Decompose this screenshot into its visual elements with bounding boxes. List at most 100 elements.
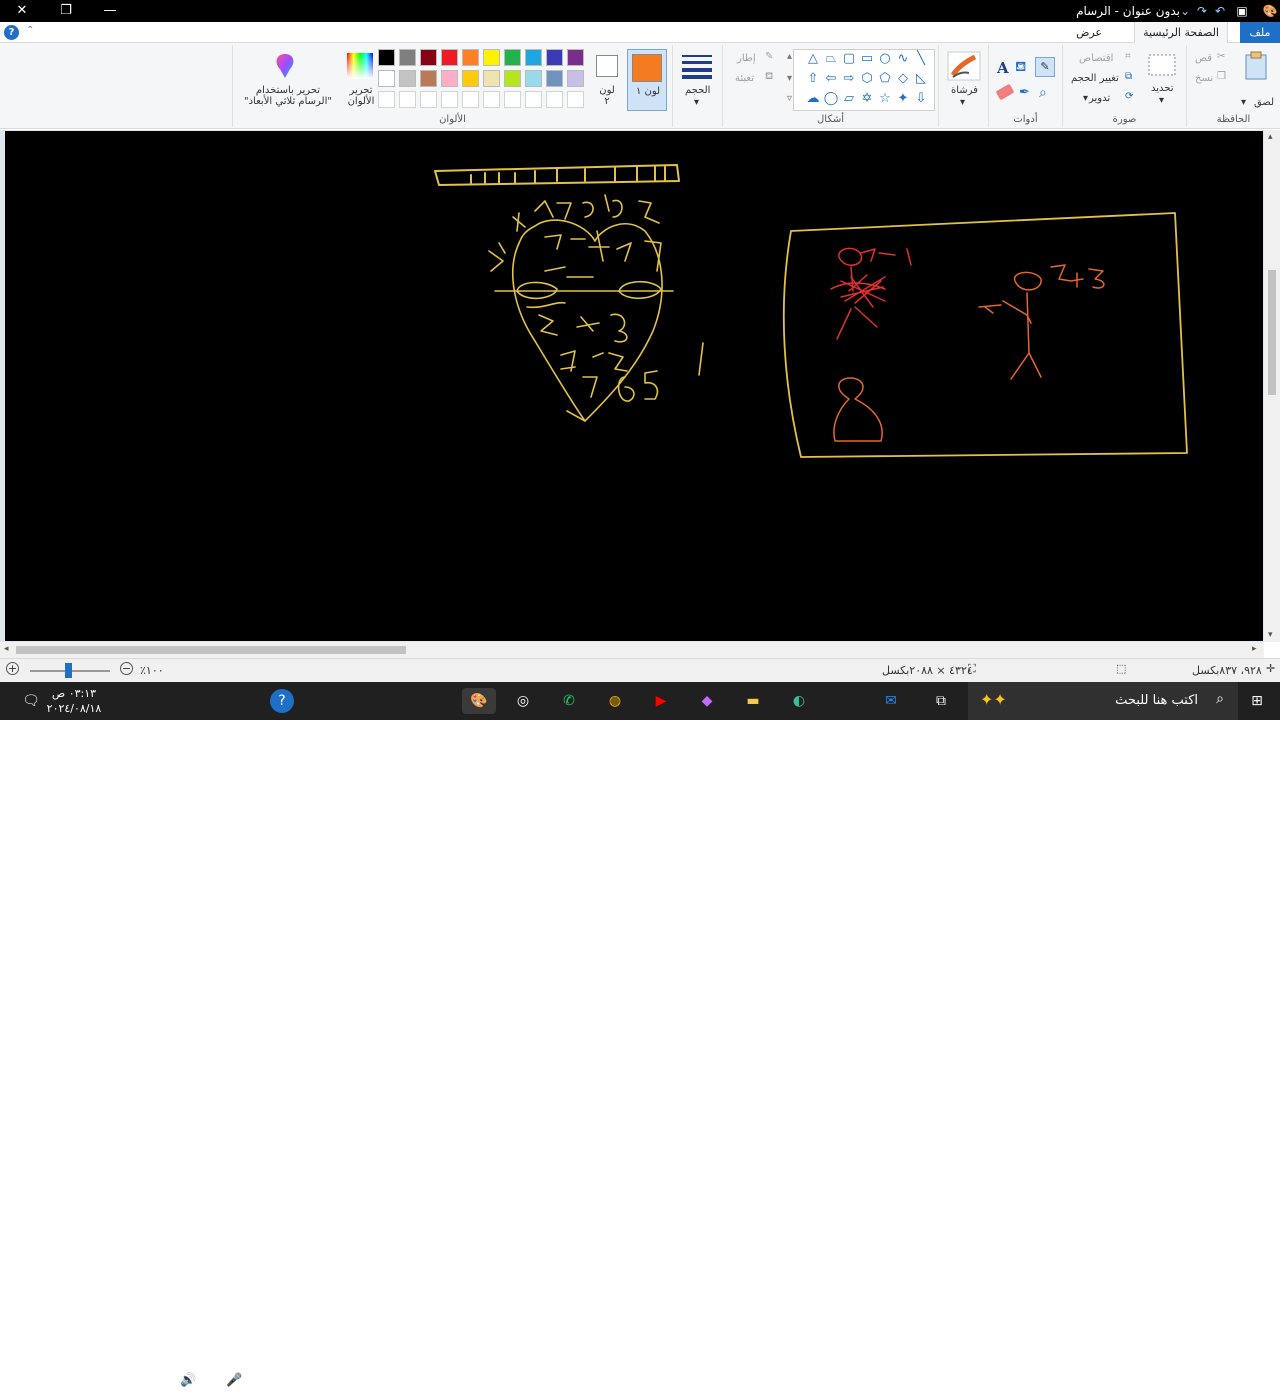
webcam-icon[interactable]: ◉ bbox=[204, 1373, 215, 1388]
tab-home[interactable]: الصفحة الرئيسية bbox=[1134, 22, 1228, 43]
drawing-canvas[interactable] bbox=[5, 131, 1263, 641]
custom-color-slot[interactable] bbox=[546, 91, 563, 108]
star-five-shape-icon[interactable]: ☆ bbox=[877, 91, 893, 107]
scroll-right-icon[interactable]: ▸ bbox=[1252, 644, 1257, 654]
file-explorer-icon[interactable]: ▬ bbox=[740, 688, 766, 714]
custom-color-slot[interactable] bbox=[504, 91, 521, 108]
dropdown-arrow-icon[interactable]: ▾ bbox=[1241, 97, 1246, 108]
custom-color-slot[interactable] bbox=[399, 91, 416, 108]
star-four-shape-icon[interactable]: ✦ bbox=[895, 91, 911, 107]
zoom-out-icon[interactable]: − bbox=[120, 662, 133, 675]
custom-color-slot[interactable] bbox=[420, 91, 437, 108]
fill-icon[interactable]: ⛾ bbox=[1015, 59, 1031, 75]
palette-swatch[interactable] bbox=[399, 70, 416, 87]
paint3d-icon[interactable] bbox=[274, 53, 296, 79]
cloud-callout-shape-icon[interactable]: ☁ bbox=[805, 91, 821, 107]
task-view-icon[interactable]: ⧉ bbox=[928, 688, 954, 714]
palette-swatch[interactable] bbox=[441, 49, 458, 66]
oval-callout-shape-icon[interactable]: ◯ bbox=[823, 91, 839, 107]
chevron-down-icon[interactable]: ▾ bbox=[1159, 95, 1164, 106]
palette-swatch[interactable] bbox=[504, 70, 521, 87]
palette-swatch[interactable] bbox=[420, 49, 437, 66]
outlook-icon[interactable]: ✉ bbox=[878, 688, 904, 714]
paste-icon[interactable] bbox=[1243, 51, 1269, 81]
palette-swatch[interactable] bbox=[378, 70, 395, 87]
line-shape-icon[interactable]: ╲ bbox=[913, 51, 929, 67]
copy-button[interactable]: نسخ bbox=[1195, 73, 1213, 84]
pentagon-shape-icon[interactable]: ⬠ bbox=[877, 71, 893, 87]
pencil-icon[interactable]: ✎ bbox=[1035, 57, 1055, 77]
magnifier-icon[interactable]: ⌕ bbox=[1039, 85, 1055, 101]
network-icon[interactable]: 🖧 bbox=[134, 1373, 149, 1395]
palette-swatch[interactable] bbox=[420, 70, 437, 87]
volume-icon[interactable]: 🔊 bbox=[180, 1373, 196, 1388]
chevron-down-icon[interactable]: ⌄ bbox=[1177, 3, 1193, 19]
edge-icon[interactable]: ◐ bbox=[786, 688, 812, 714]
palette-swatch[interactable] bbox=[399, 49, 416, 66]
save-icon[interactable]: ▣ bbox=[1234, 3, 1250, 19]
chevron-up-icon[interactable]: ⌃ bbox=[248, 1373, 259, 1388]
polygon-shape-icon[interactable]: ⏢ bbox=[823, 51, 839, 67]
zoom-in-icon[interactable]: + bbox=[6, 662, 19, 675]
restore-button[interactable]: ❐ bbox=[44, 0, 88, 22]
vertical-scrollbar[interactable]: ▴ ▾ bbox=[1264, 130, 1280, 642]
curve-shape-icon[interactable]: ∿ bbox=[895, 51, 911, 67]
palette-swatch[interactable] bbox=[483, 70, 500, 87]
color-picker-icon[interactable]: ✒ bbox=[1019, 85, 1035, 101]
scroll-up-icon[interactable]: ▴ bbox=[1268, 132, 1273, 142]
scroll-down-icon[interactable]: ▾ bbox=[1268, 630, 1273, 640]
arrow-right-shape-icon[interactable]: ⇨ bbox=[841, 71, 857, 87]
arrow-left-shape-icon[interactable]: ⇦ bbox=[823, 71, 839, 87]
custom-color-slot[interactable] bbox=[462, 91, 479, 108]
custom-color-slot[interactable] bbox=[483, 91, 500, 108]
callout-shape-icon[interactable]: ▱ bbox=[841, 91, 857, 107]
outline-button[interactable]: إطار bbox=[737, 53, 756, 64]
help-icon[interactable]: ? bbox=[4, 25, 19, 40]
gallery-scroll-up-icon[interactable]: ▴ bbox=[787, 51, 792, 62]
brush-icon[interactable] bbox=[947, 51, 981, 81]
color1-button[interactable]: لون ١ bbox=[627, 49, 667, 111]
close-button[interactable]: ✕ bbox=[0, 0, 44, 22]
palette-swatch[interactable] bbox=[504, 49, 521, 66]
microphone-icon[interactable]: 🎤 bbox=[226, 1373, 242, 1388]
size-button[interactable]: الحجم bbox=[685, 85, 710, 96]
hexagon-shape-icon[interactable]: ⬡ bbox=[859, 71, 875, 87]
right-triangle-shape-icon[interactable]: ◺ bbox=[913, 71, 929, 87]
palette-swatch[interactable] bbox=[567, 49, 584, 66]
arrow-down-shape-icon[interactable]: ⇩ bbox=[913, 91, 929, 107]
language-indicator[interactable]: ع bbox=[110, 1373, 118, 1388]
arrow-up-shape-icon[interactable]: ⇧ bbox=[805, 71, 821, 87]
search-box[interactable]: ✦✦ اكتب هنا للبحث ⌕ bbox=[968, 682, 1238, 720]
palette-swatch[interactable] bbox=[378, 49, 395, 66]
brushes-button[interactable]: فرشاة bbox=[951, 85, 978, 96]
tab-file[interactable]: ملف bbox=[1240, 22, 1280, 43]
obs-icon[interactable]: ◎ bbox=[510, 688, 536, 714]
horizontal-scrollbar[interactable]: ◂ ▸ bbox=[0, 642, 1264, 658]
fill-button[interactable]: تعبئة bbox=[735, 73, 754, 84]
palette-swatch[interactable] bbox=[483, 49, 500, 66]
eraser-icon[interactable] bbox=[995, 83, 1015, 101]
custom-color-slot[interactable] bbox=[525, 91, 542, 108]
edit-colors-button[interactable]: تحرير الألوان bbox=[343, 85, 379, 107]
resize-button[interactable]: تغيير الحجم bbox=[1071, 73, 1119, 84]
horizontal-scroll-thumb[interactable] bbox=[16, 646, 406, 654]
palette-swatch[interactable] bbox=[546, 49, 563, 66]
custom-color-slot[interactable] bbox=[567, 91, 584, 108]
youtube-icon[interactable]: ▶ bbox=[648, 688, 674, 714]
vertical-scroll-thumb[interactable] bbox=[1268, 270, 1276, 395]
notification-icon[interactable]: 🗨 bbox=[18, 688, 44, 714]
help-app-icon[interactable]: ? bbox=[270, 689, 294, 713]
star-six-shape-icon[interactable]: ✡ bbox=[859, 91, 875, 107]
select-icon[interactable] bbox=[1147, 53, 1177, 79]
palette-swatch[interactable] bbox=[546, 70, 563, 87]
color2-button[interactable]: لون ٢ bbox=[591, 49, 623, 111]
palette-swatch[interactable] bbox=[462, 49, 479, 66]
zoom-slider-thumb[interactable] bbox=[65, 663, 72, 678]
custom-color-slot[interactable] bbox=[441, 91, 458, 108]
undo-icon[interactable]: ↶ bbox=[1212, 3, 1228, 19]
battery-icon[interactable]: ▭ bbox=[156, 1373, 168, 1388]
paste-button[interactable]: لصق bbox=[1254, 97, 1274, 108]
edit-with-paint3d-button[interactable]: تحرير باستخدام "الرسام ثلاثي الأبعاد" bbox=[240, 85, 336, 107]
crop-button[interactable]: اقتصاص bbox=[1079, 53, 1113, 64]
chrome-icon[interactable]: ◍ bbox=[602, 688, 628, 714]
